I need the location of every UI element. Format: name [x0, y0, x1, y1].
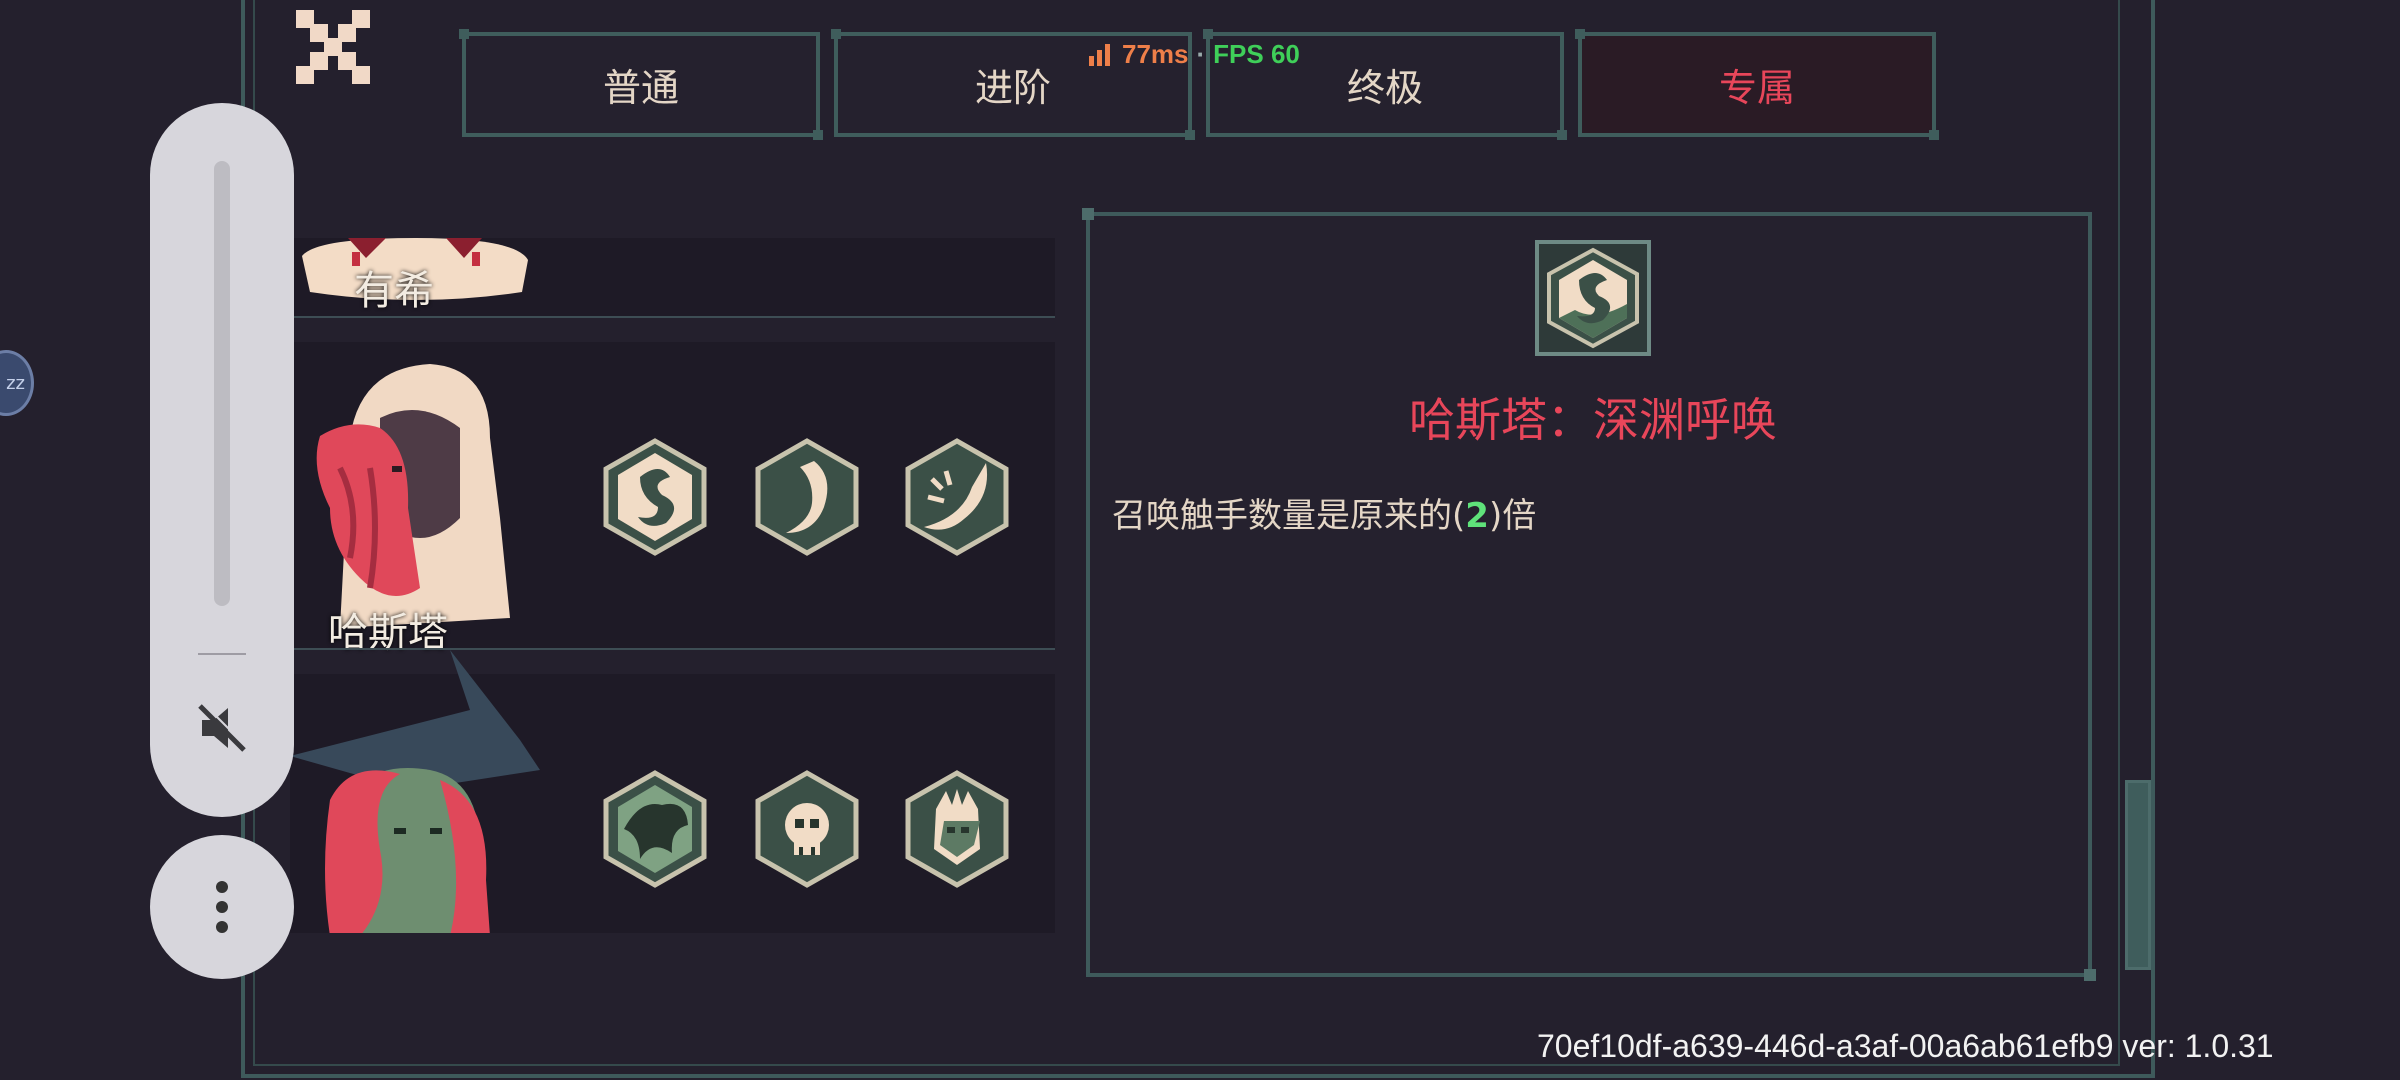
volume-slider[interactable] [214, 161, 230, 606]
game-screen: 普通 进阶 终极 专属 77ms · FPS 60 有希 哈斯塔 哈斯塔：深渊呼… [0, 0, 2400, 1080]
more-dot [216, 881, 228, 893]
ghost-icon[interactable] [902, 769, 1012, 889]
character-portrait [290, 650, 540, 933]
desc-suffix: )倍 [1488, 496, 1537, 536]
row-divider [290, 316, 1055, 318]
close-icon[interactable] [296, 10, 370, 84]
abyss-call-icon [1535, 240, 1651, 356]
volume-divider [198, 653, 246, 655]
list-item[interactable]: 哈斯塔 [290, 342, 1055, 656]
tab-label: 专属 [1718, 66, 1795, 110]
more-options-button[interactable] [150, 835, 294, 979]
character-list[interactable]: 有希 哈斯塔 [290, 238, 1055, 933]
desc-prefix: 召唤触手数量是原来的( [1112, 496, 1466, 536]
tab-exclusive[interactable]: 专属 [1575, 29, 1939, 140]
fps-value: FPS 60 [1213, 38, 1300, 69]
abyss-call-icon[interactable] [600, 437, 710, 557]
signal-icon [1089, 44, 1110, 66]
scrollbar-thumb[interactable] [2125, 780, 2151, 970]
more-dot [216, 921, 228, 933]
volume-panel[interactable] [150, 103, 294, 817]
stats-separator: · [1196, 38, 1206, 69]
build-info: 70ef10df-a639-446d-a3af-00a6ab61efb9 ver… [1537, 1028, 2274, 1064]
list-item[interactable] [290, 650, 1055, 933]
shadow-beast-icon[interactable] [600, 769, 710, 889]
desc-value: 2 [1465, 496, 1489, 536]
tab-label: 普通 [602, 66, 679, 110]
list-item[interactable]: 有希 [290, 238, 1055, 316]
tab-normal[interactable]: 普通 [459, 29, 823, 140]
skill-title: 哈斯塔：深渊呼唤 [1409, 393, 1777, 447]
ping-value: 77ms [1122, 38, 1189, 69]
network-stats: 77ms · FPS 60 [1088, 36, 1300, 72]
bubble-label: zz [6, 372, 25, 394]
skull-icon[interactable] [752, 769, 862, 889]
tab-label: 终极 [1346, 66, 1423, 110]
skill-detail-panel: 哈斯塔：深渊呼唤 召唤触手数量是原来的(2)倍 [1082, 208, 2096, 981]
tab-label: 进阶 [974, 66, 1051, 110]
floating-assistant-bubble[interactable]: zz [0, 350, 34, 416]
tentacle-storm-icon[interactable] [902, 437, 1012, 557]
mute-icon[interactable] [192, 698, 252, 758]
skill-description: 召唤触手数量是原来的(2)倍 [1112, 488, 1536, 537]
tentacle-icon[interactable] [752, 437, 862, 557]
more-dot [216, 901, 228, 913]
character-name: 有希 [354, 268, 434, 314]
